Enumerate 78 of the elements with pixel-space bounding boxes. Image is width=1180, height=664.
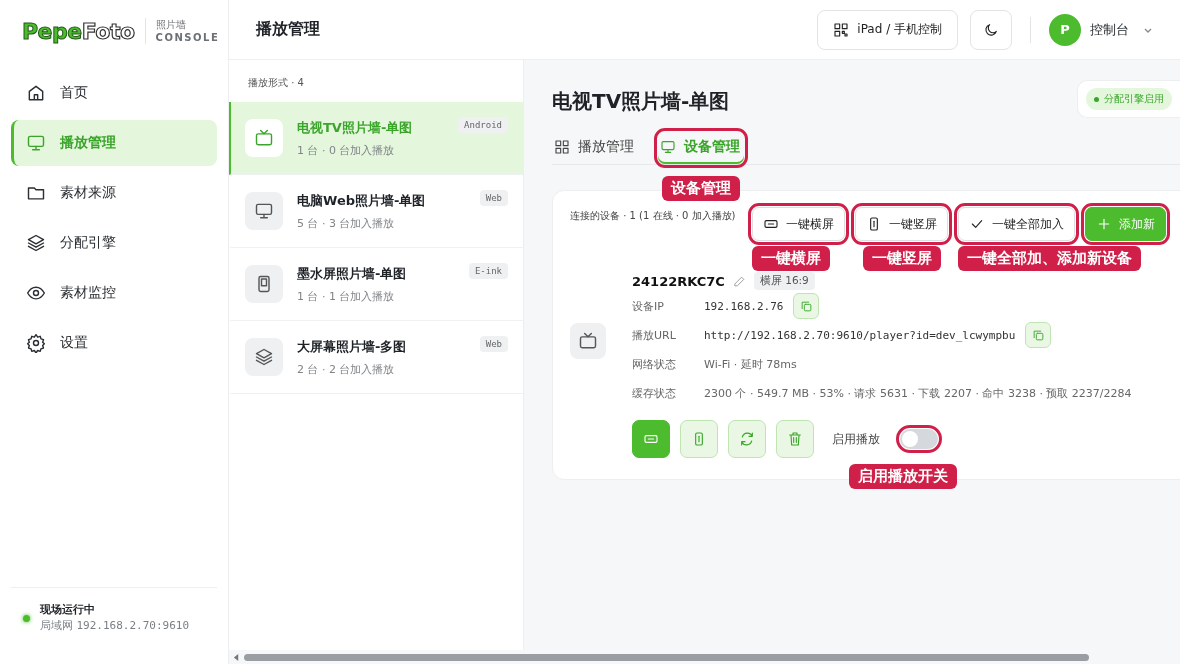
device-summary: 连接的设备 · 1 (1 在线 · 0 加入播放) xyxy=(570,209,737,223)
user-menu[interactable]: 控制台 xyxy=(1090,20,1129,39)
monitor-icon xyxy=(660,139,676,155)
mode-meta: 1 台 · 1 台加入播放 xyxy=(297,288,395,304)
platform-tag: E-ink xyxy=(468,263,508,279)
callout-label: 一键竖屏 xyxy=(863,246,941,271)
copy-icon xyxy=(1031,328,1045,342)
nav-item[interactable]: 首页 xyxy=(11,70,217,116)
moon-icon xyxy=(983,21,999,38)
nav-item[interactable]: 素材来源 xyxy=(11,170,217,216)
plus-icon xyxy=(1096,216,1112,232)
mode-meta: 1 台 · 0 台加入播放 xyxy=(297,142,395,158)
scrollbar-thumb[interactable] xyxy=(244,653,1089,661)
theme-toggle-button[interactable] xyxy=(970,9,1012,50)
refresh-icon xyxy=(739,431,755,447)
field-value: 192.168.2.76 xyxy=(704,299,784,313)
home-icon xyxy=(26,83,46,103)
nav-item[interactable]: 分配引擎 xyxy=(11,220,217,266)
monitor-icon xyxy=(254,201,274,221)
device-control-button[interactable] xyxy=(680,420,718,458)
playback-mode-item[interactable]: 电视TV照片墙-单图 1 台 · 0 台加入播放 Android xyxy=(229,102,523,175)
scroll-left-icon[interactable] xyxy=(233,652,240,662)
callout-label: 设备管理 xyxy=(662,176,740,201)
nav-item[interactable]: 设置 xyxy=(11,320,217,366)
status-title: 现场运行中 xyxy=(40,602,96,618)
grid-icon xyxy=(554,139,570,155)
callout-label: 一键横屏 xyxy=(752,246,830,271)
logo: PepeFoto xyxy=(22,18,135,44)
callout-label: 启用播放开关 xyxy=(849,464,957,489)
mode-title: 墨水屏照片墙-单图 xyxy=(297,264,407,283)
monitor-icon xyxy=(26,133,46,153)
field-value: 2300 个 · 549.7 MB · 53% · 请求 5631 · 下载 2207 · 命中 3238 · 预取 2237/2284 xyxy=(704,385,1132,401)
field-value: Wi-Fi · 延时 78ms xyxy=(704,356,797,372)
platform-tag: Android xyxy=(458,117,508,133)
field-value: http://192.168.2.70:9610/player?id=dev_lcwympbu xyxy=(704,328,1016,342)
device-control-button[interactable] xyxy=(728,420,766,458)
copy-button[interactable] xyxy=(793,293,820,319)
detail-title: 电视TV照片墙-单图 xyxy=(552,88,730,115)
playback-mode-item[interactable]: 墨水屏照片墙-单图 1 台 · 1 台加入播放 E-ink xyxy=(229,248,523,321)
playback-mode-item[interactable]: 大屏幕照片墙-多图 2 台 · 2 台加入播放 Web xyxy=(229,321,523,394)
brand-console: CONSOLE xyxy=(155,31,220,44)
mode-title: 电视TV照片墙-单图 xyxy=(297,118,413,137)
nav-item[interactable]: 素材监控 xyxy=(11,270,217,316)
field-label: 网络状态 xyxy=(632,356,677,372)
playback-mode-item[interactable]: 电脑Web照片墙-单图 5 台 · 3 台加入播放 Web xyxy=(229,175,523,248)
tab[interactable]: 播放管理 xyxy=(552,132,638,164)
field-label: 播放URL xyxy=(632,327,677,343)
orientation-tag: 横屏 16:9 xyxy=(753,272,815,290)
platform-tag: Web xyxy=(479,336,508,352)
brand-subtitle: 照片墙 xyxy=(155,18,187,31)
network-label: 局域网 xyxy=(40,619,73,632)
qr-code-icon xyxy=(833,21,850,38)
trash-icon xyxy=(787,431,803,447)
device-control-button[interactable] xyxy=(776,420,814,458)
field-label: 设备IP xyxy=(632,298,665,314)
edit-icon[interactable] xyxy=(732,274,746,288)
mode-meta: 2 台 · 2 台加入播放 xyxy=(297,361,395,377)
mode-meta: 5 台 · 3 台加入播放 xyxy=(297,215,395,231)
copy-button[interactable] xyxy=(1025,322,1052,348)
device-name: 24122RKC7C xyxy=(632,273,725,289)
platform-tag: Web xyxy=(479,190,508,206)
layers-icon xyxy=(26,233,46,253)
copy-icon xyxy=(800,299,813,313)
device-control-button[interactable] xyxy=(632,420,670,458)
page-title: 播放管理 xyxy=(256,19,320,40)
gear-icon xyxy=(26,333,46,353)
tv-icon xyxy=(578,331,598,351)
field-label: 缓存状态 xyxy=(632,385,677,401)
toggle-label: 启用播放 xyxy=(832,430,880,448)
server-address: 192.168.2.70:9610 xyxy=(76,619,190,632)
remote-control-button[interactable]: iPad / 手机控制 xyxy=(817,9,958,50)
mode-title: 电脑Web照片墙-单图 xyxy=(297,191,426,210)
list-heading: 播放形式 · 4 xyxy=(247,76,305,90)
callout-label: 一键全部加、添加新设备 xyxy=(958,246,1141,271)
mode-title: 大屏幕照片墙-多图 xyxy=(297,337,407,356)
engine-badge: 分配引擎启用 xyxy=(1086,88,1172,110)
layers-icon xyxy=(254,347,274,367)
tv-icon xyxy=(254,128,274,148)
